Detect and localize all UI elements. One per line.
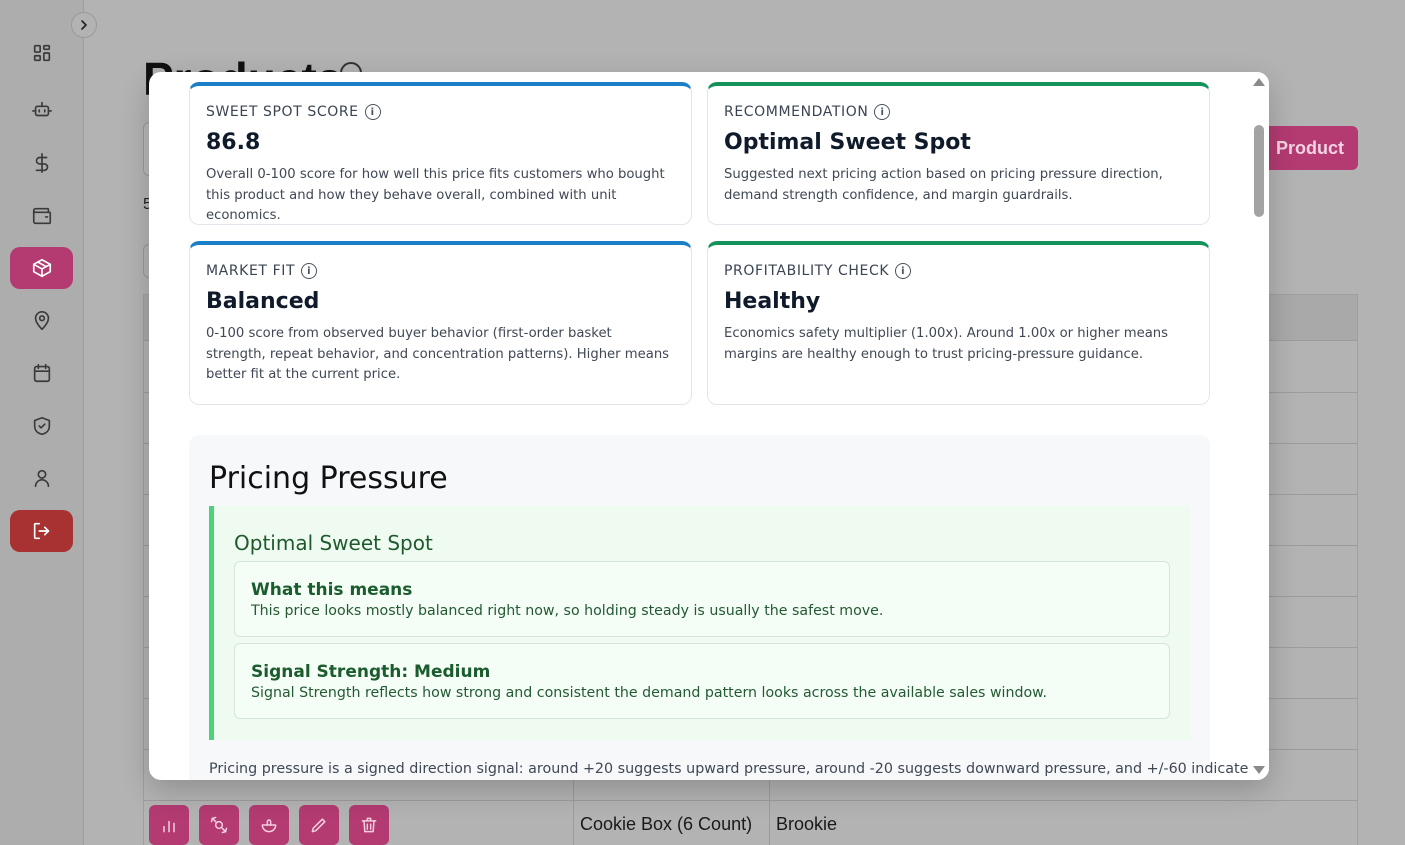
card-label-row: PROFITABILITY CHECK i [724, 263, 1193, 279]
card-description: Overall 0-100 score for how well this pr… [206, 167, 665, 223]
sidebar-item-account[interactable] [10, 457, 73, 499]
sidebar [0, 0, 84, 845]
card-label-row: RECOMMENDATION i [724, 104, 1193, 120]
edit-button[interactable] [299, 805, 339, 845]
section-title: Pricing Pressure [209, 461, 448, 496]
modal-scrollbar[interactable] [1249, 72, 1269, 780]
dollar-icon [35, 153, 48, 173]
sidebar-item-locations[interactable] [10, 300, 73, 342]
pricing-insights-modal: SWEET SPOT SCORE i 86.8 Overall 0-100 sc… [149, 72, 1269, 780]
logout-icon [33, 522, 49, 540]
ingredients-button[interactable] [199, 805, 239, 845]
user-icon [34, 469, 49, 488]
meaning-text: This price looks mostly balanced right n… [251, 603, 884, 619]
info-icon[interactable]: i [895, 263, 912, 279]
sidebar-item-security[interactable] [10, 405, 73, 447]
card-label-row: SWEET SPOT SCORE i [206, 104, 675, 120]
bowl-icon [261, 819, 277, 833]
signal-strength-text: Signal Strength reflects how strong and … [251, 685, 1047, 701]
sidebar-item-pricing[interactable] [10, 142, 73, 184]
sidebar-item-dashboard[interactable] [10, 32, 73, 74]
calendar-icon [33, 363, 50, 383]
product-name-cell: Cookie Box (6 Count) [580, 814, 753, 834]
card-label: SWEET SPOT SCORE [206, 104, 359, 120]
card-description: 0-100 score from observed buyer behavior… [206, 326, 670, 382]
recipe-button[interactable] [249, 805, 289, 845]
map-pin-icon [34, 311, 49, 331]
shield-check-icon [33, 416, 50, 436]
card-label: MARKET FIT [206, 263, 296, 279]
profitability-check-card: PROFITABILITY CHECK i Healthy Economics … [707, 241, 1210, 405]
delete-button[interactable] [349, 805, 389, 845]
pricing-pressure-section: Pricing Pressure Optimal Sweet Spot What… [189, 435, 1256, 780]
card-value: 86.8 [206, 130, 261, 155]
sidebar-item-logout[interactable] [10, 510, 73, 552]
pricing-status: Optimal Sweet Spot [234, 531, 433, 555]
info-icon[interactable]: i [364, 104, 381, 120]
sidebar-item-calendar[interactable] [10, 352, 73, 394]
recommendation-card: RECOMMENDATION i Optimal Sweet Spot Sugg… [707, 82, 1210, 225]
sidebar-item-bot[interactable] [10, 89, 73, 131]
pencil-icon [311, 818, 326, 833]
pricing-pressure-note: Pricing pressure is a signed direction s… [209, 761, 1256, 777]
analytics-button[interactable] [149, 805, 189, 845]
box-icon [32, 258, 51, 278]
card-label: PROFITABILITY CHECK [724, 263, 890, 279]
chevron-right-icon [81, 20, 87, 30]
bar-chart-icon [163, 820, 175, 833]
info-icon[interactable]: i [874, 104, 891, 120]
wallet-icon [32, 207, 51, 225]
info-icon[interactable]: i [301, 263, 318, 279]
market-fit-card: MARKET FIT i Balanced 0-100 score from o… [189, 241, 692, 405]
card-description: Suggested next pricing action based on p… [724, 167, 1163, 203]
scroll-up-arrow-icon[interactable] [1253, 78, 1265, 86]
candy-icon [210, 816, 228, 834]
sweet-spot-score-card: SWEET SPOT SCORE i 86.8 Overall 0-100 sc… [189, 82, 692, 225]
card-description: Economics safety multiplier (1.00x). Aro… [724, 326, 1169, 362]
table-row: Cookie Box (6 Count) Brookie [144, 800, 1357, 845]
add-product-button[interactable]: Product [1262, 126, 1358, 170]
sidebar-item-products[interactable] [10, 247, 73, 289]
card-label: RECOMMENDATION [724, 104, 869, 120]
sidebar-collapse-button[interactable] [71, 12, 97, 38]
sidebar-item-wallet[interactable] [10, 195, 73, 237]
card-label-row: MARKET FIT i [206, 263, 675, 279]
scroll-down-arrow-icon[interactable] [1253, 766, 1265, 774]
robot-icon [31, 101, 52, 117]
category-cell: Brookie [776, 814, 838, 834]
card-value: Optimal Sweet Spot [724, 130, 971, 155]
pricing-status-panel: Optimal Sweet Spot What this means This … [209, 506, 1190, 740]
meaning-box: What this means This price looks mostly … [234, 561, 1170, 637]
dashboard-icon [33, 44, 50, 62]
card-value: Balanced [206, 289, 320, 314]
scroll-thumb[interactable] [1254, 125, 1264, 217]
signal-strength-box: Signal Strength: Medium Signal Strength … [234, 643, 1170, 719]
card-value: Healthy [724, 289, 821, 314]
signal-strength-title: Signal Strength: Medium [251, 662, 491, 682]
trash-icon [361, 817, 377, 833]
meaning-title: What this means [251, 580, 413, 600]
